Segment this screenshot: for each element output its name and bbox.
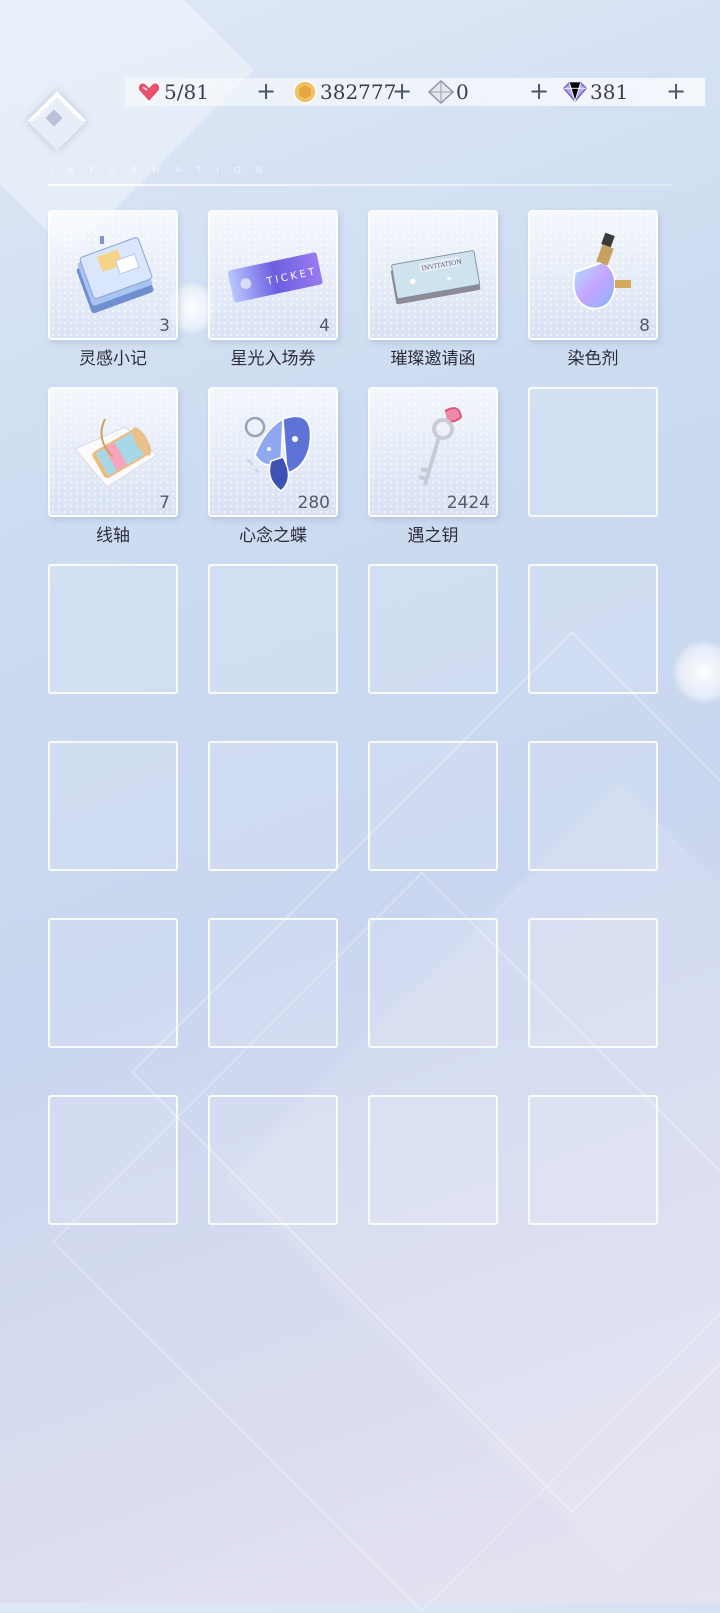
add-crystal-button[interactable]: + <box>526 78 552 106</box>
item-name: 染色剂 <box>567 349 619 369</box>
item-name: 线轴 <box>96 526 130 546</box>
item-slot-ticket[interactable]: TICKET 4 <box>208 210 338 340</box>
empty-slot[interactable] <box>368 1095 498 1225</box>
empty-slot[interactable] <box>528 564 658 694</box>
item-count: 2424 <box>446 493 490 513</box>
item-slot-dye[interactable]: 8 <box>528 210 658 340</box>
resource-crystal: 0 <box>428 78 469 106</box>
resource-heart: 5/81 <box>136 78 209 106</box>
empty-slot[interactable] <box>48 1095 178 1225</box>
item-count: 3 <box>159 316 170 336</box>
light-orb <box>672 640 720 704</box>
empty-slot[interactable] <box>368 741 498 871</box>
item-slot-butterfly[interactable]: 280 <box>208 387 338 517</box>
gold-coin-icon <box>292 79 318 105</box>
empty-slot[interactable] <box>48 564 178 694</box>
item-name: 心念之蝶 <box>239 526 307 546</box>
ticket-icon: TICKET <box>225 222 325 322</box>
add-diamond-button[interactable]: + <box>663 78 689 106</box>
header-sublabel: I N F O R M A T I O N <box>50 166 269 176</box>
item-slot-invitation[interactable]: INVITATION <box>368 210 498 340</box>
item-count: 8 <box>639 316 650 336</box>
item-name: 灵感小记 <box>79 349 147 369</box>
empty-slot[interactable] <box>528 741 658 871</box>
crystal-value: 0 <box>456 80 469 104</box>
empty-slot[interactable] <box>528 918 658 1048</box>
key-icon <box>385 399 485 499</box>
gold-value: 382777 <box>320 80 397 104</box>
empty-slot[interactable] <box>528 1095 658 1225</box>
silver-crystal-icon <box>428 79 454 105</box>
empty-slot[interactable] <box>48 741 178 871</box>
item-slot-notebook[interactable]: 3 <box>48 210 178 340</box>
empty-slot[interactable] <box>368 918 498 1048</box>
empty-slot[interactable] <box>208 741 338 871</box>
heart-value: 5/81 <box>164 80 209 104</box>
item-count: 280 <box>297 493 330 513</box>
invitation-icon: INVITATION <box>385 222 485 322</box>
add-heart-button[interactable]: + <box>253 78 279 106</box>
resource-diamond: 381 <box>562 78 628 106</box>
diamond-value: 381 <box>590 80 629 104</box>
resource-gold: 382777 <box>292 78 396 106</box>
butterfly-icon <box>225 399 325 499</box>
empty-slot[interactable] <box>208 918 338 1048</box>
empty-slot[interactable] <box>528 387 658 517</box>
item-name: 星光入场券 <box>230 349 316 369</box>
item-count: 7 <box>159 493 170 513</box>
empty-slot[interactable] <box>368 564 498 694</box>
item-name: 遇之钥 <box>407 526 459 546</box>
notebook-icon <box>65 222 165 322</box>
thread-spool-icon <box>65 399 165 499</box>
heart-crystal-icon <box>136 79 162 105</box>
item-name: 璀璨邀请函 <box>390 349 476 369</box>
back-button[interactable] <box>27 91 87 151</box>
empty-slot[interactable] <box>208 1095 338 1225</box>
empty-slot[interactable] <box>208 564 338 694</box>
diamond-icon <box>562 79 588 105</box>
empty-slot[interactable] <box>48 918 178 1048</box>
item-slot-key[interactable]: 2424 <box>368 387 498 517</box>
add-gold-button[interactable]: + <box>389 78 415 106</box>
item-count: 4 <box>319 316 330 336</box>
header-divider <box>48 184 672 186</box>
dye-bottle-icon <box>545 222 645 322</box>
item-slot-spool[interactable]: 7 <box>48 387 178 517</box>
